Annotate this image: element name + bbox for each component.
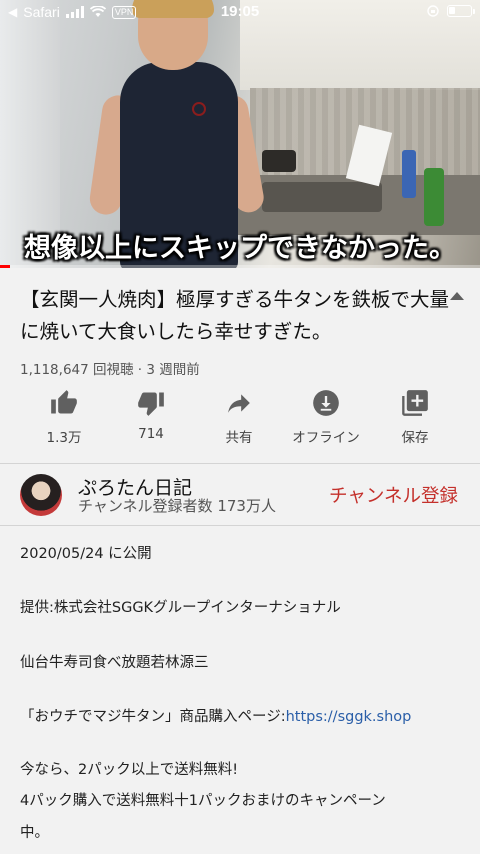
purchase-link[interactable]: https://sggk.shop: [286, 709, 412, 725]
publish-date: 2020/05/24 に公開: [20, 546, 152, 562]
view-count-and-date: 1,118,647 回視聴 · 3 週間前: [20, 362, 200, 378]
description-sponsor: 提供:株式会社SGGKグループインターナショナル: [20, 600, 341, 616]
promo-line-1: 今なら、2パック以上で送料無料!: [20, 762, 239, 778]
offline-download-button[interactable]: オフライン: [281, 388, 371, 446]
description-purchase-line: 「おウチでマジ牛タン」商品購入ページ:https://sggk.shop: [20, 705, 411, 726]
promo-line-3: 中。: [20, 825, 49, 841]
channel-avatar[interactable]: [20, 474, 62, 516]
thumbs-up-icon: [51, 390, 77, 414]
video-player[interactable]: 想像以上にスキップできなかった。: [0, 0, 480, 268]
dislike-count: 714: [138, 426, 164, 442]
purchase-text: 「おウチでマジ牛タン」商品購入ページ:: [20, 709, 286, 725]
subscribe-button[interactable]: チャンネル登録: [329, 482, 458, 508]
expand-chevron-icon[interactable]: [450, 292, 464, 300]
battery-icon: [447, 5, 475, 17]
action-bar: 1.3万 714 共有 オフライン 保存: [0, 388, 480, 448]
rotation-lock-icon: [427, 5, 439, 17]
shirt-logo: [192, 102, 206, 116]
promo-line-2: 4パック購入で送料無料十1パックおまけのキャンペーン: [20, 793, 386, 809]
save-button[interactable]: 保存: [370, 388, 460, 446]
thumbs-down-icon: [138, 392, 164, 416]
like-count: 1.3万: [46, 430, 82, 446]
like-button[interactable]: 1.3万: [19, 388, 109, 446]
video-title[interactable]: 【玄関一人焼肉】極厚すぎる牛タンを鉄板で大量に焼いて大食いしたら幸せすぎた。: [20, 284, 450, 348]
save-playlist-icon: [402, 390, 428, 416]
offline-label: オフライン: [292, 430, 360, 446]
channel-row: ぷろたん日記 チャンネル登録者数 173万人 チャンネル登録: [0, 464, 480, 526]
video-sink: [262, 182, 382, 212]
video-caption: 想像以上にスキップできなかった。: [24, 233, 456, 264]
video-bottle: [402, 150, 416, 198]
video-bottle: [424, 168, 444, 226]
save-label: 保存: [401, 430, 429, 446]
video-info-section: 【玄関一人焼肉】極厚すぎる牛タンを鉄板で大量に焼いて大食いしたら幸せすぎた。 1…: [0, 268, 480, 463]
subscriber-count: チャンネル登録者数 173万人: [78, 497, 276, 515]
divider: [0, 525, 480, 526]
dislike-button[interactable]: 714: [106, 388, 196, 442]
share-label: 共有: [225, 430, 253, 446]
video-pot: [262, 150, 296, 172]
clock: 19:05: [220, 3, 260, 20]
share-button[interactable]: 共有: [194, 388, 284, 446]
status-bar: ◀ Safari VPN 19:05: [0, 0, 480, 26]
description-restaurant: 仙台牛寿司食べ放題若林源三: [20, 655, 209, 671]
download-icon: [313, 390, 339, 416]
share-icon: [228, 394, 250, 413]
